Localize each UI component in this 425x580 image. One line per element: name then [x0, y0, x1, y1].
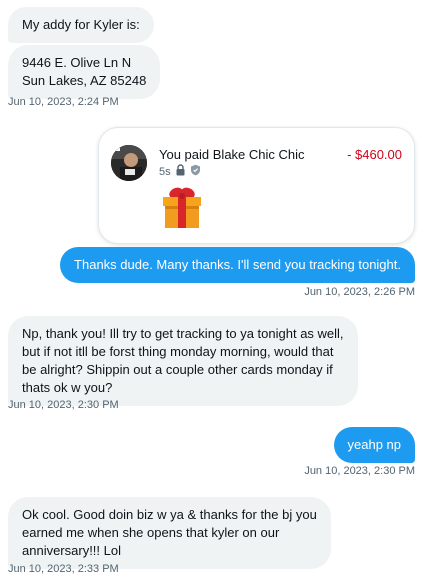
- message-text: thats ok w you?: [22, 380, 113, 395]
- message-text: Ok cool. Good doin biz w ya & thanks for…: [22, 507, 317, 522]
- payment-age: 5s: [159, 165, 171, 178]
- message-text: Thanks dude. Many thanks. I'll send you …: [74, 257, 401, 272]
- message-text: Np, thank you! Ill try to get tracking t…: [22, 326, 344, 341]
- message-text: My addy for Kyler is:: [22, 17, 140, 32]
- message-text: be alright? Shippin out a couple other c…: [22, 362, 333, 377]
- gift-icon: [159, 184, 205, 230]
- avatar: [111, 145, 147, 181]
- message-timestamp: Jun 10, 2023, 2:33 PM: [8, 563, 119, 575]
- payment-card[interactable]: You paid Blake Chic Chic - $460.00 5s: [98, 127, 415, 244]
- message-bubble-incoming[interactable]: Np, thank you! Ill try to get tracking t…: [8, 316, 358, 406]
- message-bubble-incoming[interactable]: 9446 E. Olive Ln N Sun Lakes, AZ 85248: [8, 45, 161, 99]
- lock-icon: [175, 164, 186, 179]
- shield-icon: [190, 164, 201, 179]
- message-text: yeahp np: [347, 437, 402, 452]
- message-bubble-incoming[interactable]: My addy for Kyler is:: [8, 7, 154, 43]
- message-timestamp: Jun 10, 2023, 2:24 PM: [8, 96, 119, 108]
- message-timestamp: Jun 10, 2023, 2:30 PM: [304, 465, 415, 477]
- message-bubble-incoming[interactable]: Ok cool. Good doin biz w ya & thanks for…: [8, 497, 331, 569]
- message-text: Sun Lakes, AZ 85248: [22, 73, 147, 88]
- message-bubble-outgoing[interactable]: yeahp np: [333, 427, 415, 463]
- payment-recipient[interactable]: Blake Chic Chic: [213, 147, 305, 162]
- payment-meta: 5s: [159, 164, 201, 179]
- payment-prefix: You paid: [159, 147, 210, 162]
- message-text: earned me when she opens that kyler on o…: [22, 525, 280, 540]
- message-timestamp: Jun 10, 2023, 2:30 PM: [8, 399, 119, 411]
- payment-title: You paid Blake Chic Chic: [159, 147, 305, 162]
- message-bubble-outgoing[interactable]: Thanks dude. Many thanks. I'll send you …: [60, 247, 415, 283]
- message-text: 9446 E. Olive Ln N: [22, 55, 132, 70]
- message-text: but if not itll be forst thing monday mo…: [22, 344, 334, 359]
- message-timestamp: Jun 10, 2023, 2:26 PM: [304, 286, 415, 298]
- payment-amount: - $460.00: [347, 147, 402, 162]
- message-text: anniversary!!! Lol: [22, 543, 121, 558]
